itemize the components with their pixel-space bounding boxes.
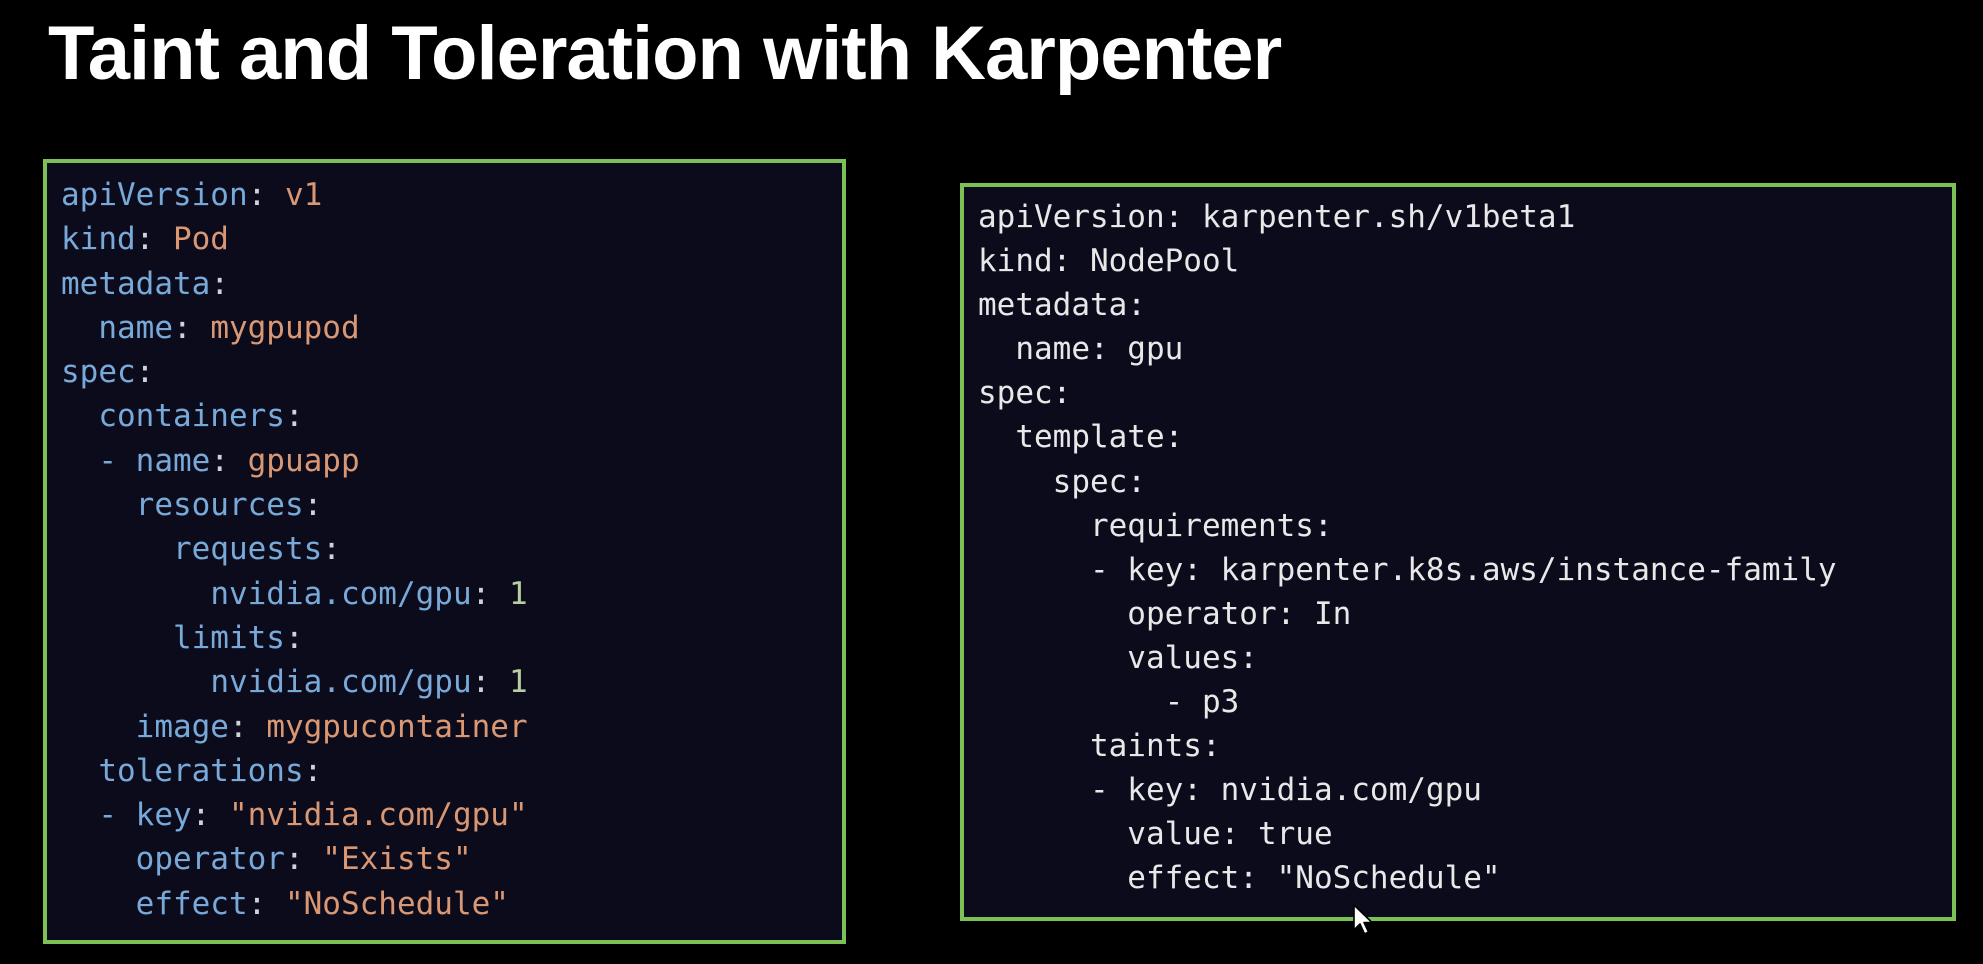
pod-yaml-line: kind: Pod [61,217,842,261]
nodepool-yaml-line: operator: In [978,595,1352,632]
nodepool-yaml-line: values: [978,639,1258,676]
pod-yaml-line: nvidia.com/gpu: 1 [61,660,842,704]
nodepool-yaml-line: name: gpu [978,331,1184,368]
yaml-key: apiVersion [61,177,248,213]
yaml-key: resources [135,487,304,524]
pod-yaml-line: name: mygpupod [61,306,842,350]
yaml-key: effect [135,885,248,922]
yaml-indent [61,620,173,656]
nodepool-yaml-line: requirements: [978,507,1333,544]
pod-yaml-line: resources: [61,483,842,527]
yaml-value: "NoSchedule" [284,885,509,922]
yaml-dash: - [98,797,136,834]
yaml-key: nvidia.com/gpu [210,575,472,612]
yaml-separator: : [284,619,304,656]
nodepool-yaml-line: - key: nvidia.com/gpu [978,772,1482,809]
nodepool-yaml-line: effect: "NoSchedule" [978,860,1501,897]
yaml-separator: : [191,797,229,834]
yaml-separator: : [210,442,248,479]
yaml-indent [61,886,136,922]
yaml-key: containers [98,398,285,435]
pod-yaml-panel: apiVersion: v1 kind: Pod metadata: name: m… [43,159,846,944]
yaml-indent [61,398,98,434]
yaml-separator: : [322,531,341,568]
nodepool-yaml-line: spec: [978,463,1146,500]
nodepool-yaml-line: template: [978,419,1184,456]
yaml-key: kind [61,221,136,258]
pod-yaml-line: nvidia.com/gpu: 1 [61,572,842,616]
mouse-pointer-icon [1353,904,1373,935]
yaml-indent [61,487,136,523]
yaml-key: key [135,797,192,834]
pod-yaml-line: image: mygpucontainer [61,705,842,749]
yaml-key: name [98,309,173,346]
yaml-separator: : [303,487,323,524]
yaml-indent [61,841,136,877]
pod-yaml-line: operator: "Exists" [61,837,842,881]
yaml-indent [61,664,210,700]
yaml-key: limits [172,619,285,656]
yaml-indent [61,797,98,833]
slide-title: Taint and Toleration with Karpenter [48,11,1282,96]
nodepool-yaml-panel: apiVersion: karpenter.sh/v1beta1 kind: No… [960,183,1956,921]
yaml-value: Pod [172,221,229,258]
yaml-value: 1 [508,575,528,612]
pod-yaml-line: spec: [61,350,842,394]
yaml-key: image [135,708,229,745]
pod-yaml-line: containers: [61,394,842,438]
yaml-value: mygpupod [210,309,360,346]
yaml-key: nvidia.com/gpu [210,664,472,701]
yaml-key: metadata [61,265,211,302]
nodepool-yaml-line: metadata: [978,287,1146,324]
yaml-separator: : [471,664,509,701]
yaml-indent [61,709,136,745]
pod-yaml-line: tolerations: [61,749,842,793]
yaml-separator: : [172,309,211,346]
nodepool-yaml-line: taints: [978,728,1221,765]
yaml-key: tolerations [98,752,304,789]
pod-yaml-line: requests: [61,527,842,571]
yaml-separator: : [284,841,323,878]
nodepool-yaml-line: apiVersion: karpenter.sh/v1beta1 [978,199,1576,235]
nodepool-yaml-line: kind: NodePool [978,243,1240,280]
nodepool-yaml-line: value: true [978,816,1333,853]
yaml-key: spec [61,354,136,391]
pod-yaml-line: limits: [61,616,842,660]
yaml-dash: - [98,442,136,479]
yaml-indent [61,576,210,612]
yaml-value: "nvidia.com/gpu" [228,797,528,834]
yaml-separator: : [284,398,304,435]
yaml-value: gpuapp [247,442,360,479]
pod-yaml-line: - key: "nvidia.com/gpu" [61,793,842,837]
pod-yaml-line: apiVersion: v1 [61,173,842,217]
pod-yaml-line: - name: gpuapp [61,439,842,483]
yaml-separator: : [135,221,173,258]
pod-yaml-line: effect: "NoSchedule" [61,882,842,926]
nodepool-yaml-line: - key: karpenter.k8s.aws/instance-family [978,551,1837,588]
nodepool-yaml-line: spec: [978,375,1072,412]
yaml-indent [61,310,98,346]
yaml-key: name [135,442,211,479]
yaml-value: v1 [284,177,323,213]
yaml-value: "Exists" [322,841,472,878]
yaml-indent [61,753,98,789]
yaml-separator: : [247,885,285,922]
yaml-separator: : [135,354,155,391]
nodepool-yaml-line: - p3 [978,684,1240,721]
yaml-separator: : [471,575,509,612]
pod-yaml-line: metadata: [61,262,842,306]
yaml-separator: : [228,708,267,745]
yaml-value: mygpucontainer [266,708,528,745]
yaml-separator: : [303,752,323,789]
yaml-key: operator [135,841,285,878]
yaml-indent [61,443,98,479]
yaml-separator: : [247,177,285,213]
yaml-value: 1 [508,664,528,701]
yaml-separator: : [210,265,229,302]
yaml-key: requests [172,531,323,568]
yaml-indent [61,531,173,567]
